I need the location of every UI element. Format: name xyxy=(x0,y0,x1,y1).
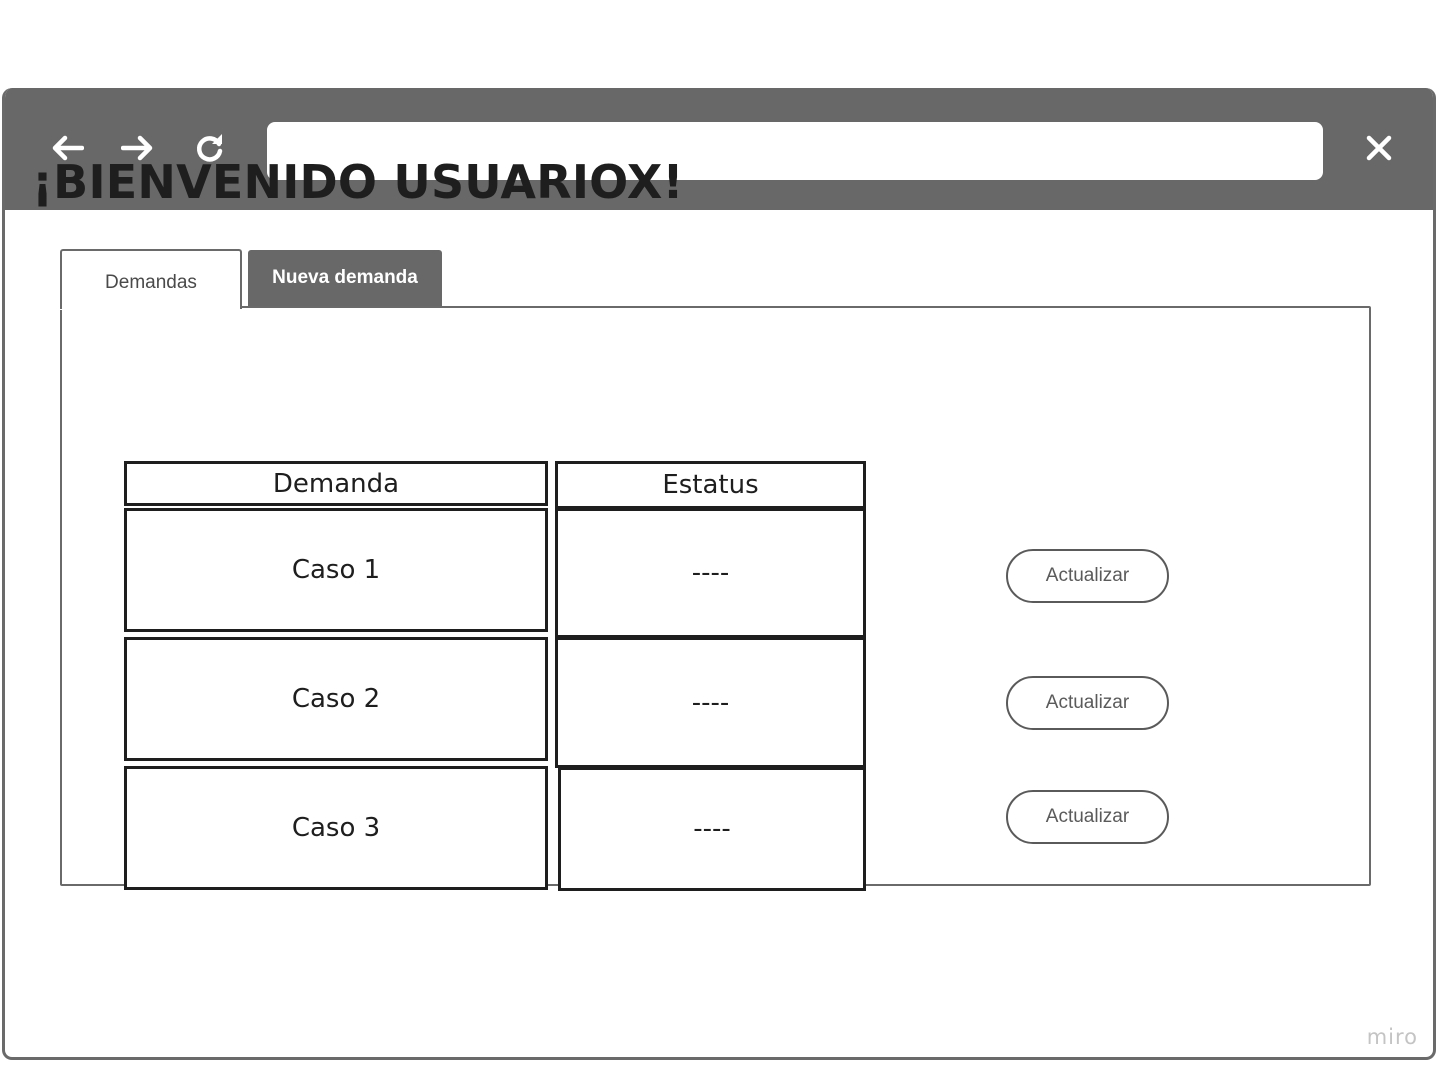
close-icon[interactable] xyxy=(1359,128,1399,168)
column-header-estatus: Estatus xyxy=(555,461,866,509)
estatus-cell: ---- xyxy=(555,508,866,638)
actualizar-button[interactable]: Actualizar xyxy=(1006,790,1169,844)
demanda-cell: Caso 2 xyxy=(124,637,548,761)
estatus-cell: ---- xyxy=(555,637,866,768)
actualizar-button[interactable]: Actualizar xyxy=(1006,676,1169,730)
column-header-demanda: Demanda xyxy=(124,461,548,506)
estatus-cell: ---- xyxy=(558,767,866,891)
actualizar-button[interactable]: Actualizar xyxy=(1006,549,1169,603)
page-title: ¡BIENVENIDO USUARIOX! xyxy=(32,155,684,209)
demanda-cell: Caso 3 xyxy=(124,766,548,890)
tab-nueva-demanda[interactable]: Nueva demanda xyxy=(248,250,442,306)
miro-watermark: miro xyxy=(1366,1025,1418,1049)
tab-demandas[interactable]: Demandas xyxy=(60,249,242,309)
demanda-cell: Caso 1 xyxy=(124,508,548,632)
